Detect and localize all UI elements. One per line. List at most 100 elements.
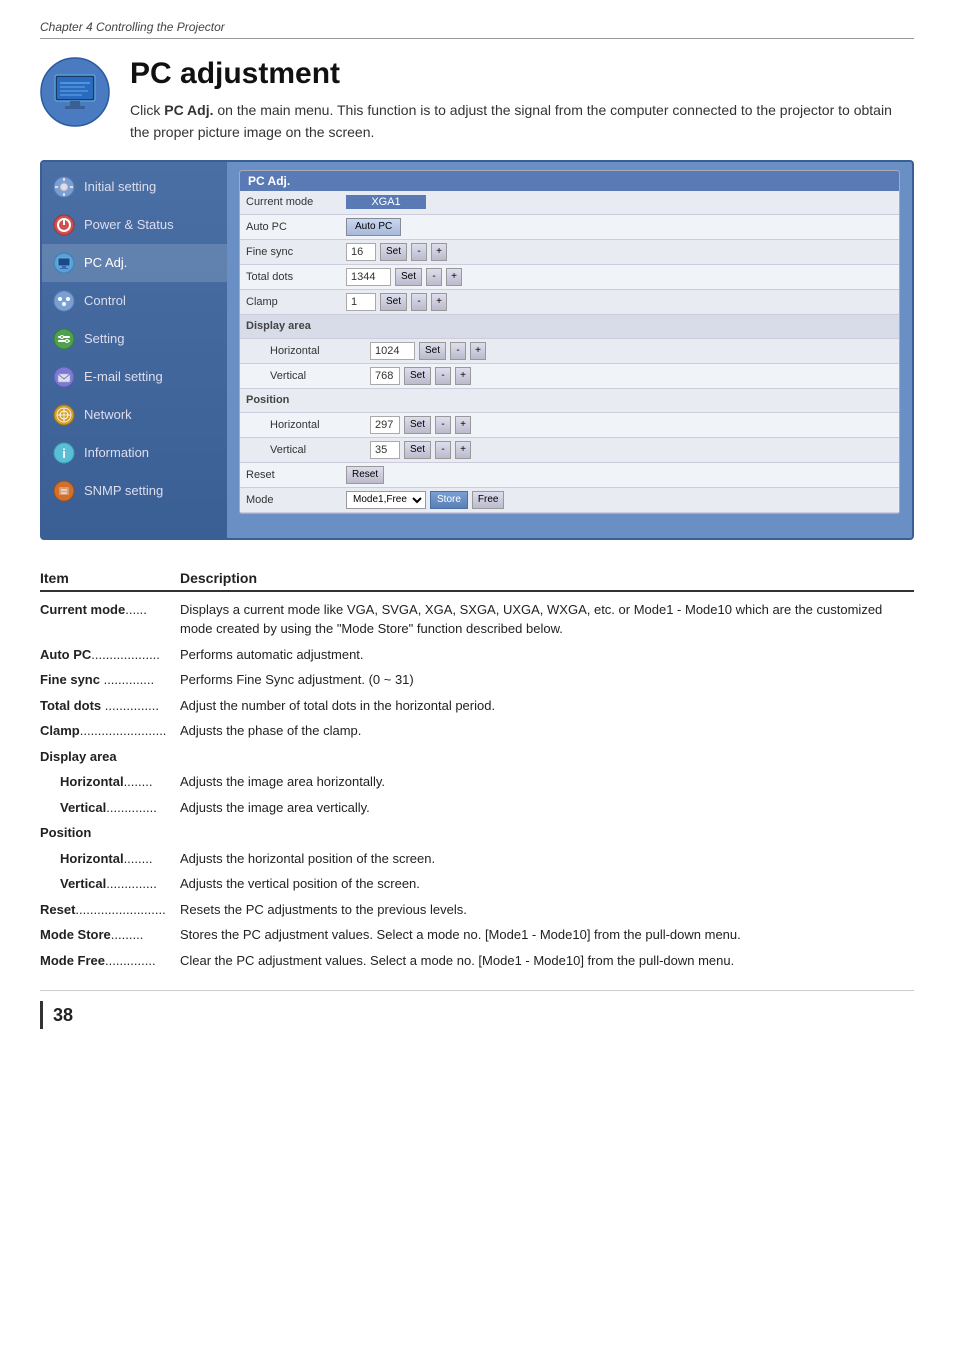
pc-adj-icon — [40, 57, 110, 127]
display-vertical-input[interactable] — [370, 367, 400, 385]
desc-display-area-section: Display area — [40, 747, 914, 767]
fine-sync-input[interactable] — [346, 243, 376, 261]
position-vertical-plus-button[interactable]: + — [455, 441, 471, 459]
sidebar-item-label: PC Adj. — [84, 255, 127, 270]
position-horizontal-input[interactable] — [370, 416, 400, 434]
position-vertical-input[interactable] — [370, 441, 400, 459]
position-vertical-minus-button[interactable]: - — [435, 441, 451, 459]
position-vertical-set-button[interactable]: Set — [404, 441, 431, 459]
mode-select[interactable]: Mode1,Free Mode2,Free Mode3,Free — [346, 491, 426, 509]
desc-mode-free: Mode Free.............. Clear the PC adj… — [40, 951, 914, 971]
svg-text:i: i — [62, 446, 66, 461]
display-vertical-minus-button[interactable]: - — [435, 367, 451, 385]
sidebar-item-label: Network — [84, 407, 132, 422]
position-vertical-label: Vertical — [270, 444, 370, 456]
sidebar-item-information[interactable]: i Information — [42, 434, 227, 472]
display-horizontal-input[interactable] — [370, 342, 415, 360]
mode-store-button[interactable]: Store — [430, 491, 468, 509]
desc-position-horizontal: Horizontal........ Adjusts the horizonta… — [40, 849, 914, 869]
clamp-label: Clamp — [246, 296, 346, 308]
sidebar-item-control[interactable]: Control — [42, 282, 227, 320]
desc-display-horizontal: Horizontal........ Adjusts the image are… — [40, 772, 914, 792]
display-horizontal-plus-button[interactable]: + — [470, 342, 486, 360]
desc-text-position — [180, 823, 914, 843]
sidebar-item-email-setting[interactable]: E-mail setting — [42, 358, 227, 396]
position-horizontal-set-button[interactable]: Set — [404, 416, 431, 434]
position-horizontal-minus-button[interactable]: - — [435, 416, 451, 434]
desc-text-total-dots: Adjust the number of total dots in the h… — [180, 696, 914, 716]
total-dots-set-button[interactable]: Set — [395, 268, 422, 286]
info-icon: i — [52, 441, 76, 465]
pc-adj-panel: PC Adj. Current mode XGA1 Auto PC Auto P… — [239, 170, 900, 514]
desc-header-desc: Description — [180, 570, 914, 586]
display-horizontal-label: Horizontal — [270, 345, 370, 357]
sidebar-item-network[interactable]: Network — [42, 396, 227, 434]
desc-total-dots: Total dots ............... Adjust the nu… — [40, 696, 914, 716]
desc-current-mode: Current mode...... Displays a current mo… — [40, 600, 914, 639]
fine-sync-plus-button[interactable]: + — [431, 243, 447, 261]
sidebar-item-setting[interactable]: Setting — [42, 320, 227, 358]
total-dots-row: Total dots Set - + — [240, 265, 899, 290]
clamp-input[interactable] — [346, 293, 376, 311]
display-horizontal-row: Horizontal Set - + — [240, 339, 899, 364]
clamp-set-button[interactable]: Set — [380, 293, 407, 311]
email-icon — [52, 365, 76, 389]
sidebar-item-snmp-setting[interactable]: SNMP setting — [42, 472, 227, 510]
total-dots-input[interactable] — [346, 268, 391, 286]
desc-mode-store: Mode Store......... Stores the PC adjust… — [40, 925, 914, 945]
reset-button[interactable]: Reset — [346, 466, 384, 484]
intro-rest: on the main menu. This function is to ad… — [130, 102, 892, 140]
reset-row: Reset Reset — [240, 463, 899, 488]
mode-value-area: Mode1,Free Mode2,Free Mode3,Free Store F… — [346, 491, 893, 509]
intro-paragraph: Click PC Adj. on the main menu. This fun… — [130, 99, 914, 144]
position-horizontal-plus-button[interactable]: + — [455, 416, 471, 434]
position-vertical-row: Vertical Set - + — [240, 438, 899, 463]
clamp-value-area: Set - + — [346, 293, 893, 311]
clamp-row: Clamp Set - + — [240, 290, 899, 315]
sidebar-item-pc-adj[interactable]: PC Adj. — [42, 244, 227, 282]
desc-item-auto-pc: Auto PC................... — [40, 645, 180, 665]
desc-text-display-vertical: Adjusts the image area vertically. — [180, 798, 914, 818]
desc-item-total-dots: Total dots ............... — [40, 696, 180, 716]
desc-text-mode-free: Clear the PC adjustment values. Select a… — [180, 951, 914, 971]
sidebar-item-power-status[interactable]: Power & Status — [42, 206, 227, 244]
desc-item-current-mode: Current mode...... — [40, 600, 180, 639]
clamp-minus-button[interactable]: - — [411, 293, 427, 311]
total-dots-plus-button[interactable]: + — [446, 268, 462, 286]
desc-item-position: Position — [40, 823, 180, 843]
position-vertical-value-area: Set - + — [370, 441, 893, 459]
total-dots-minus-button[interactable]: - — [426, 268, 442, 286]
display-horizontal-minus-button[interactable]: - — [450, 342, 466, 360]
display-horizontal-set-button[interactable]: Set — [419, 342, 446, 360]
display-vertical-plus-button[interactable]: + — [455, 367, 471, 385]
sidebar-item-initial-setting[interactable]: Initial setting — [42, 168, 227, 206]
sidebar-item-label: Information — [84, 445, 149, 460]
desc-text-position-vertical: Adjusts the vertical position of the scr… — [180, 874, 914, 894]
clamp-plus-button[interactable]: + — [431, 293, 447, 311]
interface-panel: Initial setting Power & Status — [40, 160, 914, 540]
sidebar-item-label: Power & Status — [84, 217, 174, 232]
desc-text-reset: Resets the PC adjustments to the previou… — [180, 900, 914, 920]
fine-sync-set-button[interactable]: Set — [380, 243, 407, 261]
display-vertical-set-button[interactable]: Set — [404, 367, 431, 385]
desc-item-display-horizontal: Horizontal........ — [40, 772, 180, 792]
desc-auto-pc: Auto PC................... Performs auto… — [40, 645, 914, 665]
page-number: 38 — [53, 1005, 73, 1026]
panel-title: PC Adj. — [240, 171, 899, 191]
gear-icon — [52, 175, 76, 199]
sidebar-item-label: Setting — [84, 331, 124, 346]
power-icon — [52, 213, 76, 237]
sidebar-item-label: Control — [84, 293, 126, 308]
desc-display-vertical: Vertical.............. Adjusts the image… — [40, 798, 914, 818]
fine-sync-minus-button[interactable]: - — [411, 243, 427, 261]
desc-item-clamp: Clamp........................ — [40, 721, 180, 741]
auto-pc-button[interactable]: Auto PC — [346, 218, 401, 236]
desc-text-current-mode: Displays a current mode like VGA, SVGA, … — [180, 600, 914, 639]
current-mode-row: Current mode XGA1 — [240, 191, 899, 215]
content-area: PC Adj. Current mode XGA1 Auto PC Auto P… — [227, 162, 912, 538]
desc-item-mode-store: Mode Store......... — [40, 925, 180, 945]
chapter-header: Chapter 4 Controlling the Projector — [40, 20, 914, 39]
fine-sync-row: Fine sync Set - + — [240, 240, 899, 265]
sidebar-item-label: SNMP setting — [84, 483, 163, 498]
mode-free-button[interactable]: Free — [472, 491, 505, 509]
